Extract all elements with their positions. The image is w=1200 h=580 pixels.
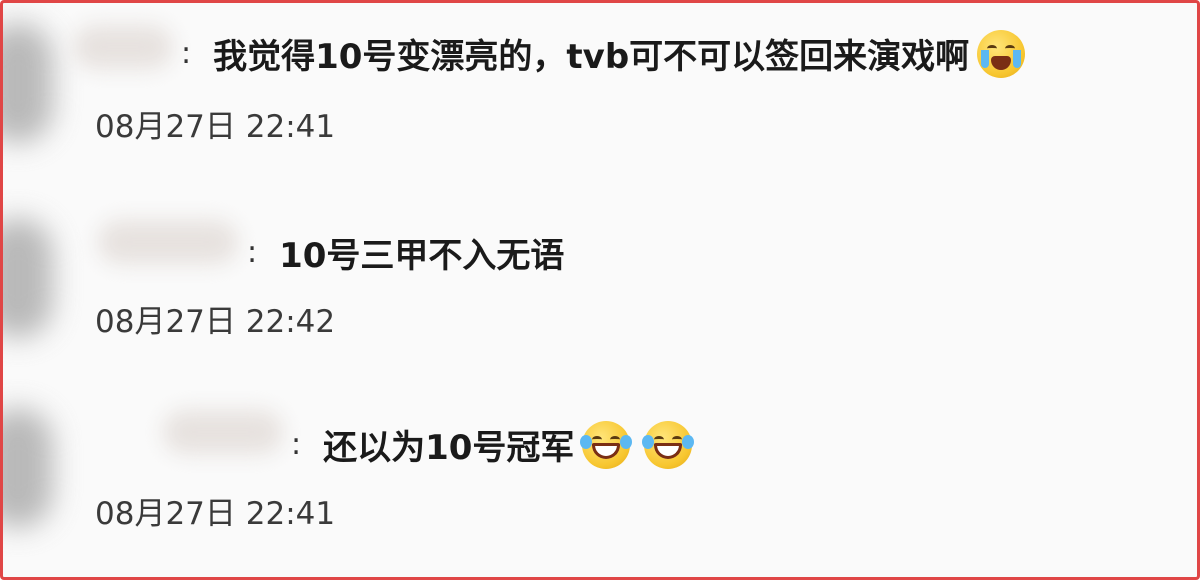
comment-item: : 我觉得10号变漂亮的，tvb可不可以签回来演戏啊 08月27日 22:41 xyxy=(3,3,1153,163)
comment-item: : 10号三甲不入无语 08月27日 22:42 xyxy=(3,198,1153,358)
avatar[interactable] xyxy=(3,23,53,143)
username-blurred[interactable] xyxy=(98,220,238,264)
separator: : xyxy=(181,36,192,71)
username-blurred[interactable] xyxy=(73,25,173,69)
laughing-crying-icon xyxy=(642,420,695,469)
comment-text-line: : 我觉得10号变漂亮的，tvb可不可以签回来演戏啊 xyxy=(181,29,1026,78)
crying-face-icon xyxy=(977,29,1026,78)
comment-screenshot-frame: : 我觉得10号变漂亮的，tvb可不可以签回来演戏啊 08月27日 22:41 … xyxy=(0,0,1200,580)
comment-timestamp: 08月27日 22:41 xyxy=(95,496,336,532)
comment-text: 我觉得10号变漂亮的，tvb可不可以签回来演戏啊 xyxy=(213,37,970,77)
comment-timestamp: 08月27日 22:41 xyxy=(95,109,336,145)
laughing-crying-icon xyxy=(580,420,633,469)
username-blurred[interactable] xyxy=(163,410,283,454)
separator: : xyxy=(291,427,302,462)
separator: : xyxy=(247,235,258,270)
comment-item: : 还以为10号冠军 08月27日 22:41 xyxy=(3,398,1153,558)
avatar[interactable] xyxy=(3,408,53,528)
comment-text: 10号三甲不入无语 xyxy=(279,236,565,276)
comment-timestamp: 08月27日 22:42 xyxy=(95,304,336,340)
avatar[interactable] xyxy=(3,218,53,338)
comment-text-line: : 还以为10号冠军 xyxy=(291,420,695,469)
comment-text: 还以为10号冠军 xyxy=(323,428,575,468)
comment-text-line: : 10号三甲不入无语 xyxy=(247,228,564,277)
